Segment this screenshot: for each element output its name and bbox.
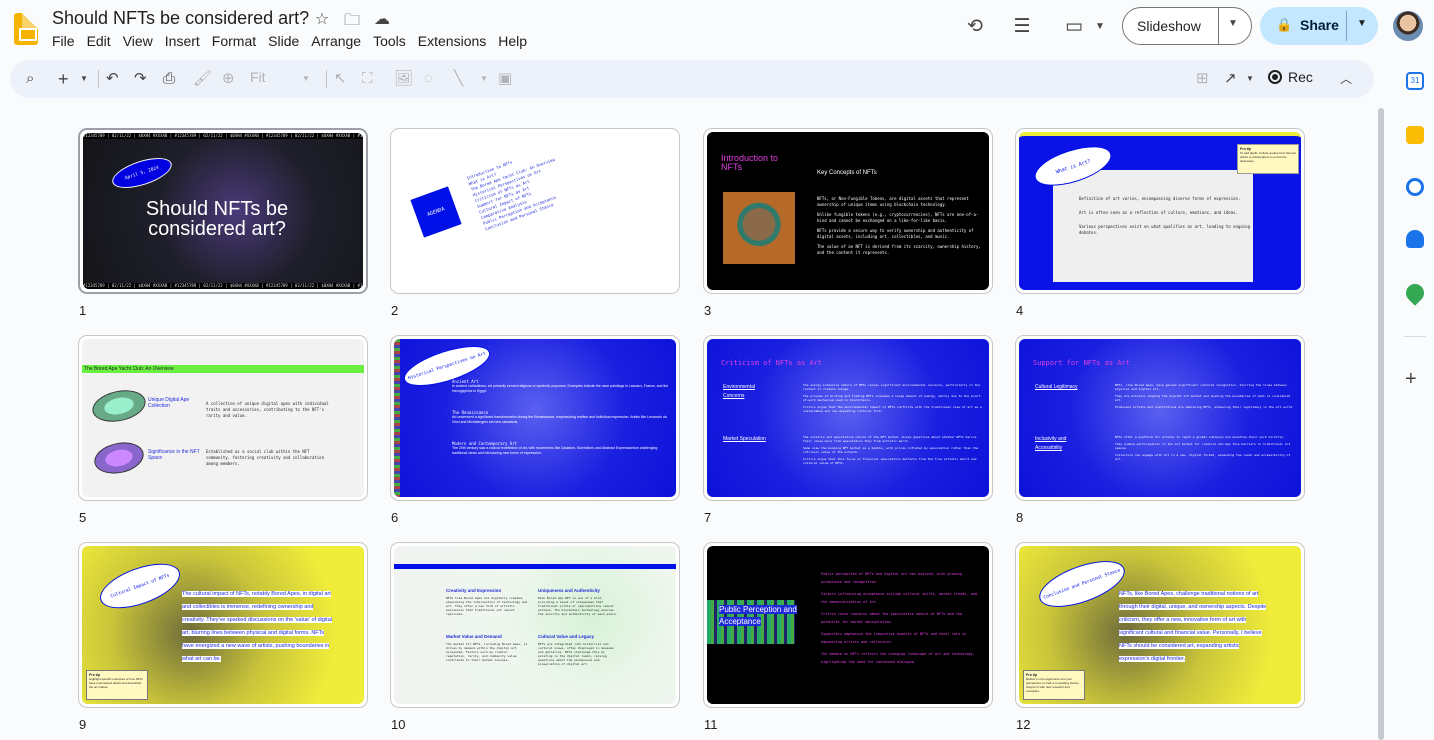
slideshow-label: Slideshow: [1137, 18, 1201, 34]
slide-thumbnail-8[interactable]: Support for NFTs as Art Cultural Legitim…: [1015, 335, 1305, 501]
menu-view[interactable]: View: [117, 32, 159, 50]
document-title[interactable]: Should NFTs be considered art?: [52, 8, 309, 29]
redo-icon[interactable]: ↷: [134, 69, 147, 89]
meet-camera-icon[interactable]: ▭: [1062, 15, 1086, 39]
slide-thumbnail-6[interactable]: Historical Perspectives on Art Ancient A…: [390, 335, 680, 501]
pro-tip-box: Pro tip Highlight specific examples of h…: [86, 670, 148, 700]
ape-image: [723, 192, 795, 264]
slide-thumbnail-2[interactable]: AGENDA Introduction to NFTs What is Art?…: [390, 128, 680, 294]
contacts-icon[interactable]: [1406, 230, 1424, 248]
record-label: Rec: [1288, 69, 1313, 85]
share-label: Share: [1300, 17, 1339, 33]
image-icon[interactable]: 🖼: [394, 69, 413, 89]
paint-format-icon[interactable]: 🖌: [193, 69, 212, 89]
menu-file[interactable]: File: [52, 32, 81, 50]
slide-thumbnail-1[interactable]: #12345789 | 02/11/22 | $0XH4 #XXXAB | #1…: [78, 128, 368, 294]
keep-icon[interactable]: [1406, 126, 1424, 144]
slide-thumbnail-3[interactable]: Introduction to NFTs Key Concepts of NFT…: [703, 128, 993, 294]
slide-thumbnail-4[interactable]: What is Art? Pro tip To add depth, inclu…: [1015, 128, 1305, 294]
shape-icon[interactable]: ◌: [424, 69, 433, 89]
slide-1-canvas: #12345789 | 02/11/22 | $0XH4 #XXXAB | #1…: [83, 133, 363, 289]
menu-insert[interactable]: Insert: [159, 32, 206, 50]
menu-edit[interactable]: Edit: [81, 32, 117, 50]
menu-format[interactable]: Format: [206, 32, 262, 50]
slide-thumbnail-5[interactable]: The Bored Ape Yacht Club: An Overview Un…: [78, 335, 368, 501]
slide-thumbnail-11[interactable]: Public Perception and Acceptance Public …: [703, 542, 993, 708]
grid-scrollbar[interactable]: [1378, 108, 1384, 740]
comments-icon[interactable]: ☰: [1010, 15, 1034, 39]
side-panel: 31 +: [1398, 60, 1434, 740]
zoom-chevron-icon[interactable]: ▼: [302, 69, 310, 89]
slideshow-button[interactable]: Slideshow ▼: [1122, 7, 1252, 45]
print-icon[interactable]: ⎙: [163, 69, 175, 89]
select-cursor-icon[interactable]: ↖: [334, 69, 347, 89]
new-slide-icon[interactable]: +: [58, 69, 69, 89]
share-button[interactable]: 🔒 Share ▼: [1260, 7, 1378, 45]
version-history-icon[interactable]: ⟲: [963, 15, 987, 39]
calendar-icon[interactable]: 31: [1406, 72, 1424, 90]
slide-thumbnail-9[interactable]: Cultural Impact of NFTs The cultural imp…: [78, 542, 368, 708]
menu-tools[interactable]: Tools: [367, 32, 412, 50]
chevron-down-icon[interactable]: ▼: [1088, 15, 1112, 39]
get-addons-icon[interactable]: +: [1405, 368, 1417, 391]
new-slide-chevron-icon[interactable]: ▼: [80, 69, 88, 89]
laser-chevron-icon[interactable]: ▼: [1246, 69, 1254, 89]
maps-icon[interactable]: [1402, 280, 1428, 306]
share-options-chevron-icon[interactable]: ▼: [1357, 18, 1367, 29]
add-comment-icon[interactable]: ⊞: [1196, 69, 1209, 89]
zoom-icon[interactable]: ⊕: [222, 69, 235, 89]
pro-tip-box: Pro tip Reflect on the arguments and you…: [1023, 670, 1085, 700]
menu-extensions[interactable]: Extensions: [412, 32, 492, 50]
line-icon[interactable]: ╲: [454, 69, 463, 89]
slide-number: 1: [79, 303, 87, 318]
toolbar: ⌕ + ▼ ↶ ↷ ⎙ 🖌 ⊕ Fit ▼ ↖ ⛶ 🖼 ◌ ╲ ▼ ▣ ⊞ ↗ …: [10, 60, 1374, 98]
select-frame-icon[interactable]: ⛶: [362, 69, 373, 89]
search-menus-icon[interactable]: ⌕: [26, 69, 34, 89]
menu-help[interactable]: Help: [492, 32, 533, 50]
slide-thumbnail-10[interactable]: Creativity and Expression NFTs like Bore…: [390, 542, 680, 708]
record-button[interactable]: Rec: [1268, 69, 1313, 85]
lock-icon: 🔒: [1276, 17, 1293, 32]
slides-logo-icon[interactable]: [14, 13, 38, 45]
laser-pointer-icon[interactable]: ↗: [1224, 69, 1237, 89]
undo-icon[interactable]: ↶: [106, 69, 119, 89]
slide-thumbnail-7[interactable]: Criticism of NFTs as Art Environmental C…: [703, 335, 993, 501]
tasks-icon[interactable]: [1406, 178, 1424, 196]
zoom-select[interactable]: Fit: [250, 69, 266, 85]
collapse-toolbar-chevron-icon[interactable]: ︿: [1340, 69, 1352, 89]
menu-bar: File Edit View Insert Format Slide Arran…: [52, 32, 533, 50]
slide-thumbnail-12[interactable]: Conclusion and Personal Stance NFTs, lik…: [1015, 542, 1305, 708]
avatar[interactable]: [1393, 11, 1423, 41]
video-icon[interactable]: ▣: [498, 69, 512, 89]
slideshow-options-chevron-icon[interactable]: ▼: [1228, 18, 1238, 29]
top-bar: Should NFTs be considered art? ☆ 🗀 ☁ Fil…: [0, 0, 1434, 58]
pro-tip-box: Pro tip To add depth, include quotes fro…: [1237, 144, 1299, 174]
menu-slide[interactable]: Slide: [262, 32, 305, 50]
menu-arrange[interactable]: Arrange: [305, 32, 367, 50]
line-chevron-icon[interactable]: ▼: [480, 69, 488, 89]
record-icon: [1268, 70, 1282, 84]
